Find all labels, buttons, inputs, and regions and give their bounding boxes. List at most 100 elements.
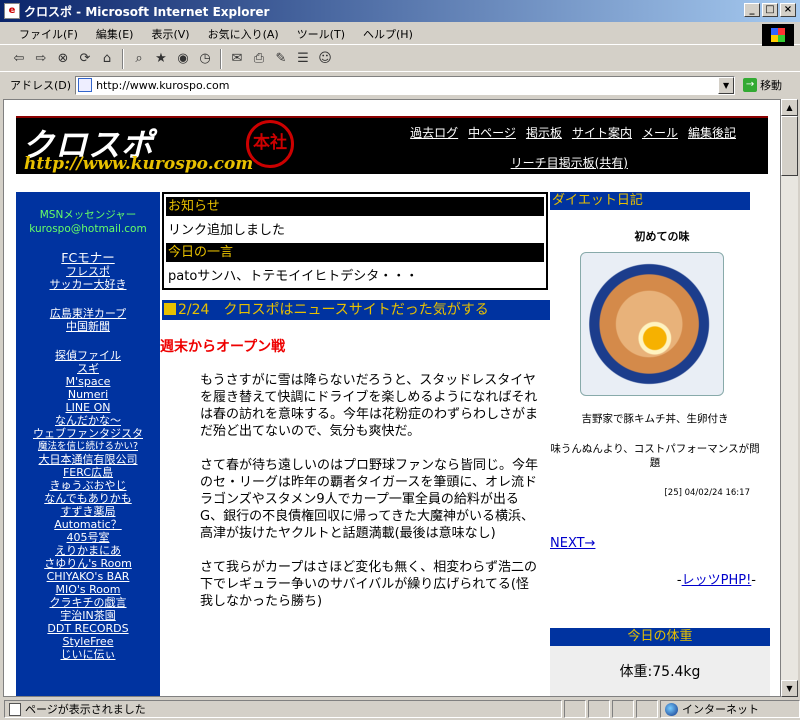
menu-edit[interactable]: 編集(E): [87, 26, 143, 42]
sidebar-link[interactable]: フレスポ: [16, 265, 160, 278]
favorites-icon[interactable]: ★: [152, 50, 170, 68]
next-link[interactable]: NEXT→: [550, 536, 770, 551]
menu-view[interactable]: 表示(V): [142, 26, 198, 42]
sidebar-link[interactable]: 探偵ファイル: [16, 349, 160, 362]
go-button[interactable]: → 移動: [743, 77, 782, 93]
quote-heading: 今日の一言: [166, 243, 544, 262]
sidebar-link[interactable]: ウェブファンタジスタ: [16, 427, 160, 440]
toolbar-separator: [122, 48, 124, 69]
sidebar-link[interactable]: 中国新聞: [16, 320, 160, 333]
menu-favorites[interactable]: お気に入り(A): [199, 26, 288, 42]
nav-archive[interactable]: 過去ログ: [410, 124, 458, 141]
sidebar-link[interactable]: 広島東洋カープ: [16, 307, 160, 320]
sidebar-link[interactable]: StyleFree: [16, 635, 160, 648]
sidebar-link[interactable]: さゆりん's Room: [16, 557, 160, 570]
messenger-icon[interactable]: ☺: [316, 50, 334, 68]
sidebar-link[interactable]: FERC広島: [16, 466, 160, 479]
right-column: ダイエット日記 初めての味 吉野家で豚キムチ丼、生卵付き 味うんぬんより、コスト…: [550, 192, 770, 696]
seal-logo: 本社: [246, 120, 294, 168]
media-icon[interactable]: ◉: [174, 50, 192, 68]
sidebar-link[interactable]: MIO's Room: [16, 583, 160, 596]
sidebar-link[interactable]: すずき薬局: [16, 505, 160, 518]
photo-caption: 初めての味: [634, 230, 690, 243]
history-icon[interactable]: ◷: [196, 50, 214, 68]
scroll-down-button[interactable]: ▼: [781, 680, 798, 697]
address-dropdown[interactable]: ▼: [718, 76, 735, 94]
sidebar-link[interactable]: えりかまにあ: [16, 544, 160, 557]
windows-logo-icon: [762, 24, 794, 46]
notice-heading: お知らせ: [166, 197, 544, 216]
maximize-button[interactable]: □: [762, 3, 778, 17]
edit-icon[interactable]: ✎: [272, 50, 290, 68]
article-paragraph: さて春が待ち遠しいのはプロ野球ファンなら皆同じ。今年のセ・リーグは昨年の覇者タイ…: [200, 458, 539, 541]
status-cell: [564, 700, 586, 718]
php-link[interactable]: レッツPHP!: [682, 573, 752, 588]
sidebar-link[interactable]: スギ: [16, 362, 160, 375]
web-page: クロスポ http://www.kurospo.com 本社 過去ログ 中ページ…: [3, 99, 781, 697]
search-icon[interactable]: ⌕: [130, 50, 148, 68]
site-header: クロスポ http://www.kurospo.com 本社 過去ログ 中ページ…: [16, 118, 768, 174]
nav-site-guide[interactable]: サイト案内: [572, 124, 632, 141]
article-body: もうさすがに雪は降らないだろうと、スタッドレスタイヤを履き替えて快調にドライブを…: [200, 372, 540, 627]
mail-icon[interactable]: ✉: [228, 50, 246, 68]
weight-value: 体重:75.4kg: [550, 646, 770, 696]
forward-icon[interactable]: ⇨: [32, 50, 50, 68]
sidebar-link[interactable]: 魔法を信じ続けるかい?: [16, 440, 160, 453]
diet-diary-title: ダイエット日記: [550, 192, 750, 210]
address-label: アドレス(D): [10, 79, 72, 92]
vertical-scrollbar[interactable]: ▲ ▼: [781, 99, 798, 697]
sidebar-link[interactable]: CHIYAKO's BAR: [16, 570, 160, 583]
nav-mail[interactable]: メール: [642, 124, 678, 141]
sidebar-link[interactable]: きゅうぶおやじ: [16, 479, 160, 492]
print-icon[interactable]: ⎙: [250, 50, 268, 68]
address-input[interactable]: http://www.kurospo.com ▼: [75, 75, 736, 95]
msn-email: kurospo@hotmail.com: [29, 223, 147, 235]
sidebar-link[interactable]: LINE ON: [16, 401, 160, 414]
sidebar-link[interactable]: 宇治IN茶園: [16, 609, 160, 622]
menu-tools[interactable]: ツール(T): [288, 26, 354, 42]
status-text: ページが表示されました: [25, 703, 146, 716]
article-paragraph: もうさすがに雪は降らないだろうと、スタッドレスタイヤを履き替えて快調にドライブを…: [200, 373, 539, 439]
sidebar-link[interactable]: Automatic？: [16, 518, 160, 531]
php-link-suffix: -: [751, 573, 756, 588]
square-bullet-icon: [164, 303, 176, 315]
link-sidebar: MSNメッセンジャー kurospo@hotmail.com FCモナー フレス…: [16, 192, 160, 696]
sidebar-link[interactable]: DDT RECORDS: [16, 622, 160, 635]
sidebar-link[interactable]: 大日本通信有限公司: [16, 453, 160, 466]
discuss-icon[interactable]: ☰: [294, 50, 312, 68]
nav-postscript[interactable]: 編集後記: [688, 124, 736, 141]
nav-board[interactable]: 掲示板: [526, 124, 562, 141]
window-title: クロスポ - Microsoft Internet Explorer: [24, 4, 270, 19]
zone-text: インターネット: [682, 703, 759, 716]
sidebar-link[interactable]: 405号室: [16, 531, 160, 544]
scroll-up-button[interactable]: ▲: [781, 99, 798, 116]
nav-middle-page[interactable]: 中ページ: [468, 124, 516, 141]
menu-help[interactable]: ヘルプ(H): [354, 26, 422, 42]
article-title-text: 2/24 クロスポはニュースサイトだった気がする: [178, 302, 489, 318]
sidebar-link[interactable]: なんだかな～: [16, 414, 160, 427]
status-bar: ページが表示されました インターネット: [0, 698, 800, 720]
back-icon[interactable]: ⇦: [10, 50, 28, 68]
title-bar: e クロスポ - Microsoft Internet Explorer _ □…: [0, 0, 800, 22]
toolbar: ⇦ ⇨ ⊗ ⟳ ⌂ ⌕ ★ ◉ ◷ ✉ ⎙ ✎ ☰ ☺: [0, 46, 800, 72]
address-bar: アドレス(D) http://www.kurospo.com ▼ → 移動: [0, 73, 800, 97]
minimize-button[interactable]: _: [744, 3, 760, 17]
sidebar-link[interactable]: FCモナー: [16, 250, 160, 265]
page-done-icon: [9, 702, 21, 716]
scroll-thumb[interactable]: [781, 116, 798, 176]
status-cell: [636, 700, 658, 718]
sidebar-link[interactable]: なんでもありかも: [16, 492, 160, 505]
ie-page-icon: e: [4, 3, 20, 19]
sidebar-link[interactable]: サッカー大好き: [16, 278, 160, 291]
nav-reach-board[interactable]: リーチ目掲示板(共有): [511, 154, 628, 171]
stop-icon[interactable]: ⊗: [54, 50, 72, 68]
page-icon: [78, 78, 93, 92]
home-icon[interactable]: ⌂: [98, 50, 116, 68]
sidebar-link[interactable]: Numeri: [16, 388, 160, 401]
sidebar-link[interactable]: クラキチの戯言: [16, 596, 160, 609]
sidebar-link[interactable]: じいに伝ぃ: [16, 648, 160, 661]
close-button[interactable]: ×: [780, 3, 796, 17]
sidebar-link[interactable]: M'space: [16, 375, 160, 388]
menu-file[interactable]: ファイル(F): [10, 26, 87, 42]
refresh-icon[interactable]: ⟳: [76, 50, 94, 68]
